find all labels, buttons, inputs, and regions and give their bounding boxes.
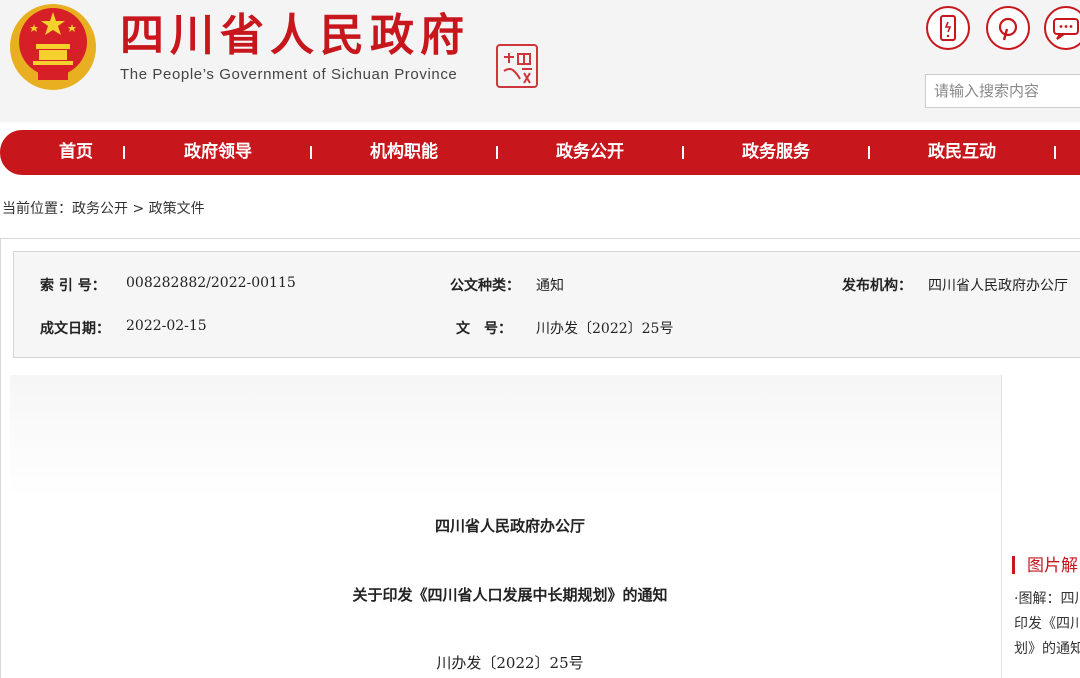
search-input[interactable] xyxy=(934,75,1080,107)
date-label: 成文日期： xyxy=(40,321,110,337)
document-issuer: 四川省人民政府办公厅 xyxy=(434,517,585,535)
site-subtitle: The People’s Government of Sichuan Provi… xyxy=(120,66,458,83)
sidebar-section-title[interactable]: 图片解 xyxy=(1012,551,1078,576)
sidebar-link[interactable]: ·图解：四川 xyxy=(1014,588,1080,608)
date-value: 2022-02-15 xyxy=(126,318,207,334)
breadcrumb-item-public-affairs[interactable]: 政务公开 xyxy=(72,201,128,217)
title-bar-icon xyxy=(1012,556,1015,574)
document-number: 川办发〔2022〕25号 xyxy=(436,654,584,672)
nav-separator xyxy=(868,146,870,159)
mobile-icon[interactable] xyxy=(926,6,970,50)
breadcrumb-separator: > xyxy=(128,201,149,217)
national-emblem-icon[interactable] xyxy=(8,2,98,92)
nav-separator xyxy=(1054,146,1056,159)
message-icon[interactable] xyxy=(1044,6,1080,50)
nav-separator xyxy=(310,146,312,159)
nav-item-functions[interactable]: 机构职能 xyxy=(370,130,438,175)
sidebar-section-title-text: 图片解 xyxy=(1027,556,1078,576)
document-meta-box xyxy=(13,251,1080,358)
nav-item-services[interactable]: 政务服务 xyxy=(742,130,810,175)
sidebar-link-cont[interactable]: 划》的通知 xyxy=(1014,638,1080,658)
document-type-value: 通知 xyxy=(536,278,564,294)
document-number-label: 文 号： xyxy=(456,321,512,337)
document-type-label: 公文种类： xyxy=(450,278,520,294)
publisher-value: 四川省人民政府办公厅 xyxy=(928,278,1068,294)
breadcrumb-item-policy-documents[interactable]: 政策文件 xyxy=(149,201,205,217)
site-header: 四川省人民政府 The People’s Government of Sichu… xyxy=(0,0,1080,122)
sidebar-link-cont[interactable]: 印发《四川 xyxy=(1014,613,1080,633)
seal-logo xyxy=(496,44,538,88)
document-title: 关于印发《四川省人口发展中长期规划》的通知 xyxy=(352,586,668,604)
nav-separator xyxy=(123,146,125,159)
index-number-value: 008282882/2022-00115 xyxy=(126,275,296,291)
nav-item-interaction[interactable]: 政民互动 xyxy=(928,130,996,175)
document-number-value: 川办发〔2022〕25号 xyxy=(536,321,674,337)
breadcrumb: 当前位置：政务公开 > 政策文件 xyxy=(2,198,205,218)
breadcrumb-label: 当前位置： xyxy=(2,201,72,217)
nav-separator xyxy=(682,146,684,159)
main-nav: 首页 政府领导 机构职能 政务公开 政务服务 政民互动 xyxy=(0,130,1080,175)
sidebar-divider xyxy=(1001,375,1002,678)
nav-item-home[interactable]: 首页 xyxy=(59,130,93,175)
nav-item-leaders[interactable]: 政府领导 xyxy=(184,130,252,175)
publisher-label: 发布机构： xyxy=(842,278,912,294)
site-title[interactable]: 四川省人民政府 xyxy=(120,10,470,62)
weibo-icon[interactable] xyxy=(986,6,1030,50)
nav-separator xyxy=(496,146,498,159)
seal-icon xyxy=(503,53,532,84)
nav-item-public-affairs[interactable]: 政务公开 xyxy=(556,130,624,175)
index-number-label: 索 引 号： xyxy=(40,278,106,294)
search-box xyxy=(925,74,1080,108)
